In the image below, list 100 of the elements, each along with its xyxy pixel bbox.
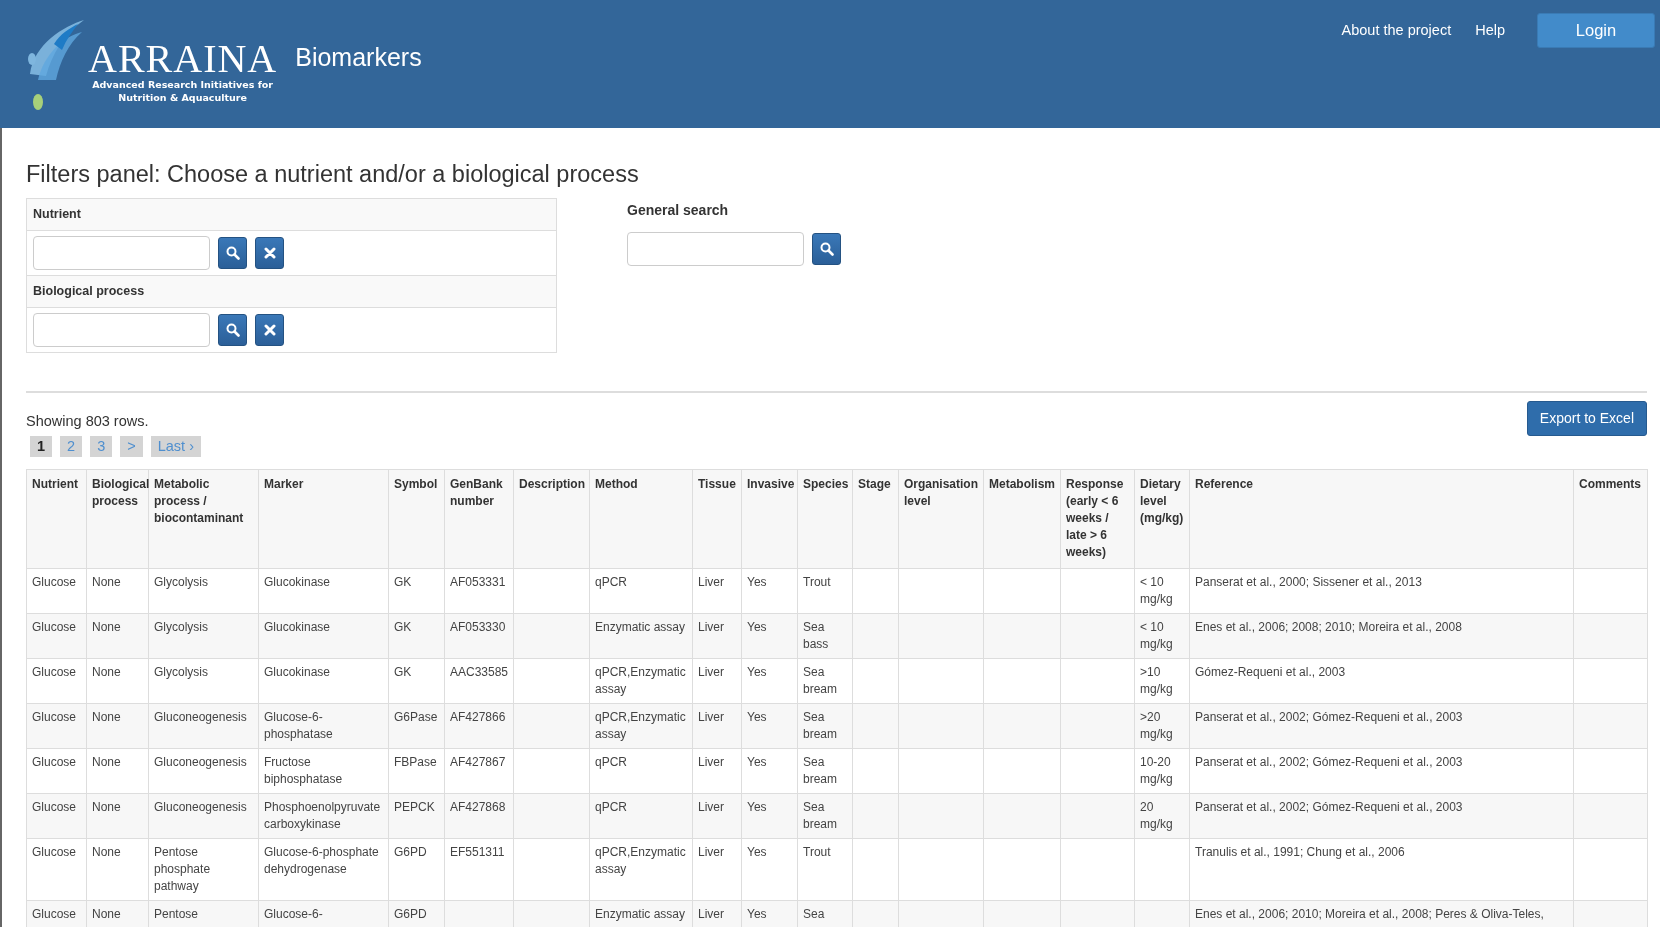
column-header: Metabolic process / biocontaminant <box>148 469 259 569</box>
table-cell: Yes <box>741 838 798 901</box>
table-cell: Glucose <box>26 900 87 927</box>
column-header: Stage <box>852 469 899 569</box>
table-cell: FBPase <box>388 748 445 794</box>
table-cell: Enes et al., 2006; 2010; Moreira et al., 2008; Peres & Oliva-Teles, <box>1189 900 1574 927</box>
table-cell: AF427866 <box>444 703 514 749</box>
brand-tagline: Nutrition & Aquaculture <box>118 92 247 105</box>
table-cell: Enes et al., 2006; 2008; 2010; Moreira et al., 2008 <box>1189 613 1574 659</box>
search-icon <box>225 245 240 260</box>
search-field[interactable] <box>33 235 210 270</box>
table-cell: 20 mg/kg <box>1134 793 1190 839</box>
search-field[interactable] <box>33 312 210 347</box>
clear-button[interactable] <box>255 236 284 269</box>
close-icon <box>263 246 276 259</box>
page-button[interactable]: 2 <box>60 436 83 458</box>
search-icon <box>819 242 834 257</box>
column-header: GenBank number <box>444 469 514 569</box>
table-cell: Gluconeogenesis <box>148 748 259 794</box>
table-cell: Glucokinase <box>258 613 389 659</box>
table-cell: Gluconeogenesis <box>148 703 259 749</box>
table-cell: Glucose-6-phosphate dehydrogenase <box>258 838 389 901</box>
table-cell: Glucose-6-phosphatase <box>258 703 389 749</box>
table-cell: Yes <box>741 568 798 614</box>
column-header: Reference <box>1189 469 1574 569</box>
page-heading: Filters panel: Choose a nutrient and/or a biological process <box>26 160 640 189</box>
column-header: Tissue <box>692 469 742 569</box>
table-cell: Panserat et al., 2000; Sissener et al., 2013 <box>1189 568 1574 614</box>
table-cell: None <box>86 838 149 901</box>
table-cell: GK <box>388 658 445 704</box>
table-cell: None <box>86 613 149 659</box>
table-cell: Tranulis et al., 1991; Chung et al., 2006 <box>1189 838 1574 901</box>
app-title: Biomarkers <box>295 42 422 74</box>
table-cell: Panserat et al., 2002; Gómez-Requeni et al., 2003 <box>1189 793 1574 839</box>
table-cell: G6PD <box>388 838 445 901</box>
table-cell: Glucose <box>26 793 87 839</box>
table-cell: Sea bream <box>797 658 853 704</box>
column-header: Method <box>589 469 693 569</box>
column-header: Metabolism <box>983 469 1061 569</box>
table-cell: PEPCK <box>388 793 445 839</box>
login-button[interactable]: Login <box>1537 13 1655 48</box>
table-cell: Yes <box>741 703 798 749</box>
field-label: General search <box>627 201 730 221</box>
table-cell: Yes <box>741 658 798 704</box>
page-button[interactable]: > <box>120 436 143 458</box>
export-button[interactable]: Export to Excel <box>1526 400 1647 436</box>
column-header: Species <box>797 469 853 569</box>
table-cell: AF427868 <box>444 793 514 839</box>
table-cell: Yes <box>741 613 798 659</box>
table-cell: Trout <box>797 838 853 901</box>
search-field[interactable] <box>627 232 804 267</box>
table-cell: 10-20 mg/kg <box>1134 748 1190 794</box>
column-header: Dietary level (mg/kg) <box>1134 469 1190 569</box>
table-cell: Panserat et al., 2002; Gómez-Requeni et al., 2003 <box>1189 703 1574 749</box>
table-cell: Glucose <box>26 748 87 794</box>
table-cell: < 10 mg/kg <box>1134 568 1190 614</box>
table-cell: Liver <box>692 568 742 614</box>
table-cell: Glycolysis <box>148 613 259 659</box>
table-cell: None <box>86 703 149 749</box>
page-button[interactable]: 3 <box>90 436 113 458</box>
search-button[interactable] <box>812 233 841 266</box>
table-cell: Glucokinase <box>258 658 389 704</box>
field-label: Nutrient <box>27 199 556 231</box>
table-cell: Yes <box>741 793 798 839</box>
column-header: Marker <box>258 469 389 569</box>
table-cell: Enzymatic assay <box>589 900 693 927</box>
nav-link[interactable]: About the project <box>1341 19 1452 42</box>
table-cell: qPCR <box>589 793 693 839</box>
table-cell: EF551311 <box>444 838 514 901</box>
page-button[interactable]: 1 <box>30 436 53 458</box>
table-cell: < 10 mg/kg <box>1134 613 1190 659</box>
table-cell: >20 mg/kg <box>1134 703 1190 749</box>
table-cell: qPCR,Enzymatic assay <box>589 703 693 749</box>
table-cell: Pentose phosphate pathway <box>148 838 259 901</box>
table-cell: G6Pase <box>388 703 445 749</box>
table-cell: Liver <box>692 838 742 901</box>
clear-button[interactable] <box>255 313 284 346</box>
table-cell: Gómez-Requeni et al., 2003 <box>1189 658 1574 704</box>
search-button[interactable] <box>218 313 247 346</box>
table-cell: Glucose <box>26 568 87 614</box>
table-cell: AF053331 <box>444 568 514 614</box>
table-cell: None <box>86 658 149 704</box>
table-cell: Sea bream <box>797 793 853 839</box>
column-header: Comments <box>1573 469 1648 569</box>
table-cell: AF053330 <box>444 613 514 659</box>
column-header: Symbol <box>388 469 445 569</box>
table-cell: Glucose-6- <box>258 900 389 927</box>
table-cell: Liver <box>692 793 742 839</box>
table-cell: AAC33585 <box>444 658 514 704</box>
search-button[interactable] <box>218 236 247 269</box>
table-cell: Gluconeogenesis <box>148 793 259 839</box>
close-icon <box>263 323 276 336</box>
column-header: Nutrient <box>26 469 87 569</box>
table-cell: Liver <box>692 703 742 749</box>
table-cell: qPCR,Enzymatic assay <box>589 658 693 704</box>
nav-link[interactable]: Help <box>1475 19 1505 42</box>
brand-name: ARRAINA <box>88 39 278 80</box>
page-button[interactable]: Last › <box>150 436 201 458</box>
table-cell: Glucose <box>26 838 87 901</box>
column-header: Description <box>513 469 590 569</box>
